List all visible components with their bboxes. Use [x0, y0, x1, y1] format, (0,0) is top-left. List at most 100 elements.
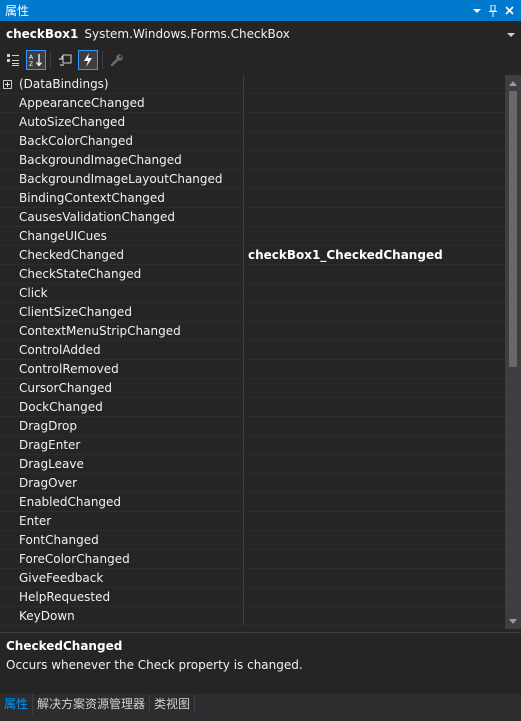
event-handler-value[interactable] — [244, 607, 505, 625]
row-margin — [0, 227, 15, 245]
svg-text:A: A — [29, 54, 34, 61]
property-pages-wrench-icon — [110, 54, 123, 67]
event-handler-value[interactable] — [244, 588, 505, 606]
event-handler-value[interactable] — [244, 493, 505, 511]
event-row[interactable]: FontChanged — [0, 531, 505, 550]
event-row[interactable]: ControlRemoved — [0, 360, 505, 379]
events-button[interactable] — [78, 50, 98, 70]
row-margin — [0, 303, 15, 321]
event-row[interactable]: BackgroundImageChanged — [0, 151, 505, 170]
event-handler-value[interactable] — [244, 436, 505, 454]
toolbar: A Z — [0, 48, 521, 72]
event-handler-value[interactable] — [244, 341, 505, 359]
categorized-button[interactable] — [3, 50, 23, 70]
event-name: BackColorChanged — [15, 132, 244, 150]
event-handler-value[interactable] — [244, 360, 505, 378]
event-handler-value[interactable] — [244, 151, 505, 169]
event-row[interactable]: ClientSizeChanged — [0, 303, 505, 322]
auto-hide-pin-button[interactable] — [485, 3, 501, 19]
event-handler-value[interactable] — [244, 455, 505, 473]
row-margin — [0, 189, 15, 207]
event-row[interactable]: ChangeUICues — [0, 227, 505, 246]
event-handler-value[interactable] — [244, 189, 505, 207]
event-handler-value[interactable] — [244, 569, 505, 587]
event-row[interactable]: DockChanged — [0, 398, 505, 417]
close-button[interactable] — [501, 3, 517, 19]
event-row[interactable]: GiveFeedback — [0, 569, 505, 588]
event-row[interactable]: Click — [0, 284, 505, 303]
event-row[interactable]: DragEnter — [0, 436, 505, 455]
scroll-down-button[interactable] — [505, 613, 521, 629]
event-handler-value[interactable] — [244, 284, 505, 302]
event-row[interactable]: DragDrop — [0, 417, 505, 436]
row-margin — [0, 398, 15, 416]
row-margin — [0, 550, 15, 568]
event-row[interactable]: HelpRequested — [0, 588, 505, 607]
event-handler-value[interactable] — [244, 417, 505, 435]
scroll-up-button[interactable] — [505, 75, 521, 91]
row-margin — [0, 360, 15, 378]
event-row[interactable]: KeyDown — [0, 607, 505, 626]
event-row[interactable]: ControlAdded — [0, 341, 505, 360]
row-margin — [0, 132, 15, 150]
event-row[interactable]: CheckedChanged checkBox1_CheckedChanged — [0, 246, 505, 265]
event-row[interactable]: EnabledChanged — [0, 493, 505, 512]
row-margin[interactable] — [0, 75, 15, 93]
event-row[interactable]: CursorChanged — [0, 379, 505, 398]
event-name: ClientSizeChanged — [15, 303, 244, 321]
description-title: CheckedChanged — [6, 639, 123, 653]
expand-plus-icon[interactable] — [3, 79, 12, 89]
event-row[interactable]: Enter — [0, 512, 505, 531]
event-handler-value[interactable]: checkBox1_CheckedChanged — [244, 246, 505, 264]
event-row[interactable]: BackgroundImageLayoutChanged — [0, 170, 505, 189]
event-row[interactable]: CheckStateChanged — [0, 265, 505, 284]
object-selector[interactable]: checkBox1 System.Windows.Forms.CheckBox — [0, 24, 521, 44]
object-selector-dropdown[interactable] — [507, 27, 515, 41]
event-handler-value[interactable] — [244, 132, 505, 150]
event-handler-value[interactable] — [244, 94, 505, 112]
event-row[interactable]: DragLeave — [0, 455, 505, 474]
event-handler-value[interactable] — [244, 113, 505, 131]
event-row[interactable]: AutoSizeChanged — [0, 113, 505, 132]
event-handler-value[interactable] — [244, 512, 505, 530]
event-handler-value[interactable] — [244, 75, 505, 93]
bottom-tab[interactable]: 解决方案资源管理器 — [33, 694, 151, 714]
object-type: System.Windows.Forms.CheckBox — [84, 27, 290, 41]
event-handler-value[interactable] — [244, 379, 505, 397]
event-handler-value[interactable] — [244, 227, 505, 245]
event-name: BackgroundImageChanged — [15, 151, 244, 169]
event-name: DragLeave — [15, 455, 244, 473]
event-name: ControlAdded — [15, 341, 244, 359]
window-position-dropdown[interactable] — [469, 3, 485, 19]
event-row[interactable]: (DataBindings) — [0, 75, 505, 94]
event-handler-value[interactable] — [244, 474, 505, 492]
event-handler-value[interactable] — [244, 322, 505, 340]
scroll-thumb[interactable] — [509, 91, 517, 367]
event-name: EnabledChanged — [15, 493, 244, 511]
properties-button[interactable] — [55, 50, 75, 70]
event-row[interactable]: ForeColorChanged — [0, 550, 505, 569]
event-row[interactable]: ContextMenuStripChanged — [0, 322, 505, 341]
event-handler-value[interactable] — [244, 398, 505, 416]
event-handler-value[interactable] — [244, 208, 505, 226]
event-handler-value[interactable] — [244, 550, 505, 568]
property-pages-button[interactable] — [107, 50, 127, 70]
event-row[interactable]: CausesValidationChanged — [0, 208, 505, 227]
event-row[interactable]: BackColorChanged — [0, 132, 505, 151]
bottom-tab[interactable]: 类视图 — [150, 694, 196, 714]
window-title: 属性 — [5, 4, 30, 18]
chevron-down-icon — [473, 8, 481, 13]
event-handler-value[interactable] — [244, 531, 505, 549]
row-margin — [0, 493, 15, 511]
events-grid: (DataBindings) AppearanceChanged AutoSizeC… — [0, 75, 505, 629]
event-row[interactable]: DragOver — [0, 474, 505, 493]
row-margin — [0, 170, 15, 188]
vertical-scrollbar[interactable] — [505, 75, 521, 629]
event-handler-value[interactable] — [244, 170, 505, 188]
alphabetical-button[interactable]: A Z — [26, 50, 46, 70]
bottom-tab[interactable]: 属性 — [0, 694, 34, 714]
event-handler-value[interactable] — [244, 303, 505, 321]
event-row[interactable]: AppearanceChanged — [0, 94, 505, 113]
event-row[interactable]: BindingContextChanged — [0, 189, 505, 208]
event-handler-value[interactable] — [244, 265, 505, 283]
